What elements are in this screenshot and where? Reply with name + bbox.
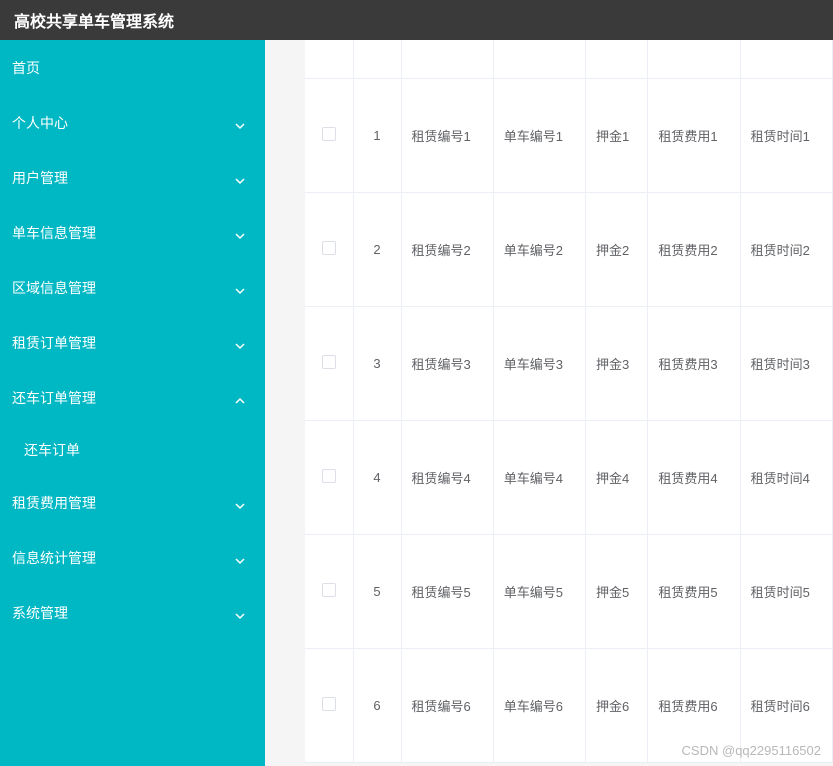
seq-cell: 3 <box>353 306 401 420</box>
row-checkbox[interactable] <box>322 355 336 369</box>
table-header-row <box>305 40 833 78</box>
data-cell: 押金1 <box>586 78 648 192</box>
data-cell: 租赁时间4 <box>740 420 832 534</box>
chevron-down-icon <box>235 498 245 508</box>
chevron-down-icon <box>235 228 245 238</box>
header-cell <box>586 40 648 78</box>
checkbox-cell <box>305 306 353 420</box>
header-cell <box>493 40 585 78</box>
data-cell: 租赁编号1 <box>401 78 493 192</box>
sidebar-item-label: 用户管理 <box>12 168 68 188</box>
header-cell <box>305 40 353 78</box>
sidebar-item-label: 系统管理 <box>12 603 68 623</box>
data-cell: 租赁费用1 <box>648 78 740 192</box>
checkbox-cell <box>305 420 353 534</box>
seq-cell: 6 <box>353 648 401 762</box>
data-cell: 租赁时间2 <box>740 192 832 306</box>
watermark: CSDN @qq2295116502 <box>682 743 821 758</box>
table-wrap: 1租赁编号1单车编号1押金1租赁费用1租赁时间12租赁编号2单车编号2押金2租赁… <box>305 40 833 763</box>
sidebar-item-8[interactable]: 信息统计管理 <box>0 530 265 585</box>
main-container: 首页个人中心用户管理单车信息管理区域信息管理租赁订单管理还车订单管理还车订单租赁… <box>0 40 833 766</box>
checkbox-cell <box>305 192 353 306</box>
sidebar-item-7[interactable]: 租赁费用管理 <box>0 475 265 530</box>
sidebar-item-2[interactable]: 用户管理 <box>0 150 265 205</box>
checkbox-cell <box>305 78 353 192</box>
data-cell: 租赁时间3 <box>740 306 832 420</box>
chevron-down-icon <box>235 173 245 183</box>
data-cell: 租赁编号6 <box>401 648 493 762</box>
seq-cell: 2 <box>353 192 401 306</box>
sidebar-item-6[interactable]: 还车订单管理 <box>0 370 265 425</box>
data-cell: 单车编号2 <box>493 192 585 306</box>
data-cell: 租赁时间1 <box>740 78 832 192</box>
sidebar-item-label: 还车订单管理 <box>12 388 96 408</box>
data-cell: 单车编号3 <box>493 306 585 420</box>
row-checkbox[interactable] <box>322 583 336 597</box>
data-cell: 押金3 <box>586 306 648 420</box>
data-cell: 押金6 <box>586 648 648 762</box>
sidebar-item-1[interactable]: 个人中心 <box>0 95 265 150</box>
header-cell <box>648 40 740 78</box>
checkbox-cell <box>305 534 353 648</box>
data-table: 1租赁编号1单车编号1押金1租赁费用1租赁时间12租赁编号2单车编号2押金2租赁… <box>305 40 833 763</box>
data-cell: 单车编号1 <box>493 78 585 192</box>
sidebar-item-label: 信息统计管理 <box>12 548 96 568</box>
sidebar-item-label: 区域信息管理 <box>12 278 96 298</box>
data-cell: 租赁费用3 <box>648 306 740 420</box>
sidebar-item-3[interactable]: 单车信息管理 <box>0 205 265 260</box>
table-row: 4租赁编号4单车编号4押金4租赁费用4租赁时间4 <box>305 420 833 534</box>
chevron-down-icon <box>235 608 245 618</box>
chevron-down-icon <box>235 338 245 348</box>
chevron-down-icon <box>235 118 245 128</box>
sidebar-item-5[interactable]: 租赁订单管理 <box>0 315 265 370</box>
app-header: 高校共享单车管理系统 <box>0 0 833 40</box>
table-row: 1租赁编号1单车编号1押金1租赁费用1租赁时间1 <box>305 78 833 192</box>
data-cell: 租赁时间5 <box>740 534 832 648</box>
seq-cell: 4 <box>353 420 401 534</box>
chevron-down-icon <box>235 283 245 293</box>
sidebar-item-label: 单车信息管理 <box>12 223 96 243</box>
header-cell <box>740 40 832 78</box>
sidebar-item-label: 首页 <box>12 58 40 78</box>
table-row: 5租赁编号5单车编号5押金5租赁费用5租赁时间5 <box>305 534 833 648</box>
table-row: 2租赁编号2单车编号2押金2租赁费用2租赁时间2 <box>305 192 833 306</box>
sidebar-subitem-6-0[interactable]: 还车订单 <box>0 425 265 475</box>
data-cell: 单车编号4 <box>493 420 585 534</box>
sidebar-item-label: 租赁订单管理 <box>12 333 96 353</box>
table-row: 3租赁编号3单车编号3押金3租赁费用3租赁时间3 <box>305 306 833 420</box>
data-cell: 租赁编号4 <box>401 420 493 534</box>
row-checkbox[interactable] <box>322 127 336 141</box>
sidebar-item-9[interactable]: 系统管理 <box>0 585 265 640</box>
data-cell: 押金2 <box>586 192 648 306</box>
chevron-down-icon <box>235 553 245 563</box>
sidebar-item-4[interactable]: 区域信息管理 <box>0 260 265 315</box>
row-checkbox[interactable] <box>322 469 336 483</box>
data-cell: 租赁编号3 <box>401 306 493 420</box>
header-cell <box>353 40 401 78</box>
sidebar-item-label: 个人中心 <box>12 113 68 133</box>
data-cell: 租赁费用5 <box>648 534 740 648</box>
row-checkbox[interactable] <box>322 241 336 255</box>
data-cell: 租赁费用4 <box>648 420 740 534</box>
data-cell: 租赁编号2 <box>401 192 493 306</box>
row-checkbox[interactable] <box>322 697 336 711</box>
data-cell: 单车编号6 <box>493 648 585 762</box>
sidebar-item-label: 租赁费用管理 <box>12 493 96 513</box>
content-area: 1租赁编号1单车编号1押金1租赁费用1租赁时间12租赁编号2单车编号2押金2租赁… <box>265 40 833 766</box>
app-title: 高校共享单车管理系统 <box>14 8 174 32</box>
data-cell: 租赁费用2 <box>648 192 740 306</box>
sidebar-item-0[interactable]: 首页 <box>0 40 265 95</box>
sidebar: 首页个人中心用户管理单车信息管理区域信息管理租赁订单管理还车订单管理还车订单租赁… <box>0 40 265 766</box>
data-cell: 租赁编号5 <box>401 534 493 648</box>
data-cell: 单车编号5 <box>493 534 585 648</box>
seq-cell: 5 <box>353 534 401 648</box>
seq-cell: 1 <box>353 78 401 192</box>
data-cell: 押金5 <box>586 534 648 648</box>
data-cell: 押金4 <box>586 420 648 534</box>
header-cell <box>401 40 493 78</box>
checkbox-cell <box>305 648 353 762</box>
chevron-up-icon <box>235 393 245 403</box>
